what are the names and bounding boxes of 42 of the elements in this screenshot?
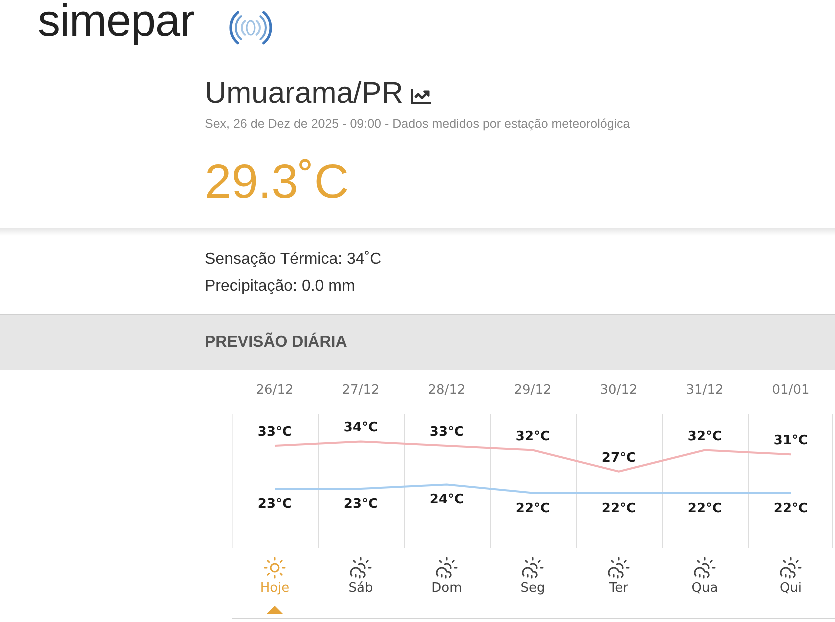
temperature-label: 22°C (688, 501, 722, 516)
current-temperature: 29.3˚C (205, 155, 350, 211)
day-tab[interactable]: Sáb (344, 548, 378, 598)
sun-icon (263, 556, 287, 580)
section-title: PREVISÃO DIÁRIA (205, 332, 348, 352)
temperature-label: 32°C (516, 429, 550, 444)
measurement-subtitle: Sex, 26 de Dez de 2025 - 09:00 - Dados medidos por estação meteorológica (205, 116, 630, 132)
day-tab[interactable]: Seg (516, 548, 550, 598)
cloud-sun-rain-icon (779, 556, 803, 580)
selection-triangle-icon (267, 606, 283, 614)
temperature-label: 33°C (258, 425, 292, 440)
line-chart-icon[interactable] (409, 87, 434, 107)
weather-detail: Precipitação: 0.0 mm (205, 277, 356, 297)
day-tab[interactable]: Qua (688, 548, 722, 598)
date-label: 30/12 (600, 382, 638, 400)
temperature-label: 33°C (430, 425, 464, 440)
cloud-sun-rain-icon (348, 556, 373, 580)
date-label: 28/12 (428, 382, 466, 400)
temperature-label: 22°C (774, 501, 808, 516)
temperature-label: 23°C (344, 497, 378, 512)
day-tab[interactable]: Dom (428, 548, 466, 598)
date-label: 01/01 (772, 382, 810, 400)
temperature-label: 23°C (258, 497, 292, 512)
cloud-sun-rain-icon (607, 556, 631, 580)
date-label: 27/12 (342, 382, 380, 400)
cloud-sun-rain-icon (520, 556, 545, 580)
weather-detail: Sensação Térmica: 34˚C (205, 250, 382, 270)
day-tab[interactable]: Ter (603, 548, 635, 598)
temperature-label: 22°C (516, 501, 550, 516)
temperature-label: 24°C (430, 492, 464, 508)
city-name: Umuarama/PR (205, 76, 404, 112)
date-label: 29/12 (514, 382, 552, 400)
cloud-sun-rain-icon (434, 556, 459, 580)
temperature-label: 22°C (602, 501, 636, 516)
day-tab[interactable]: Qui (775, 548, 807, 598)
temperature-label: 32°C (688, 429, 722, 444)
date-label: 26/12 (256, 382, 294, 400)
date-label: 31/12 (686, 382, 724, 400)
temperature-label: 34°C (344, 420, 378, 436)
cloud-sun-rain-icon (692, 556, 717, 580)
temperature-label: 27°C (602, 450, 636, 466)
temperature-label: 31°C (774, 434, 808, 449)
